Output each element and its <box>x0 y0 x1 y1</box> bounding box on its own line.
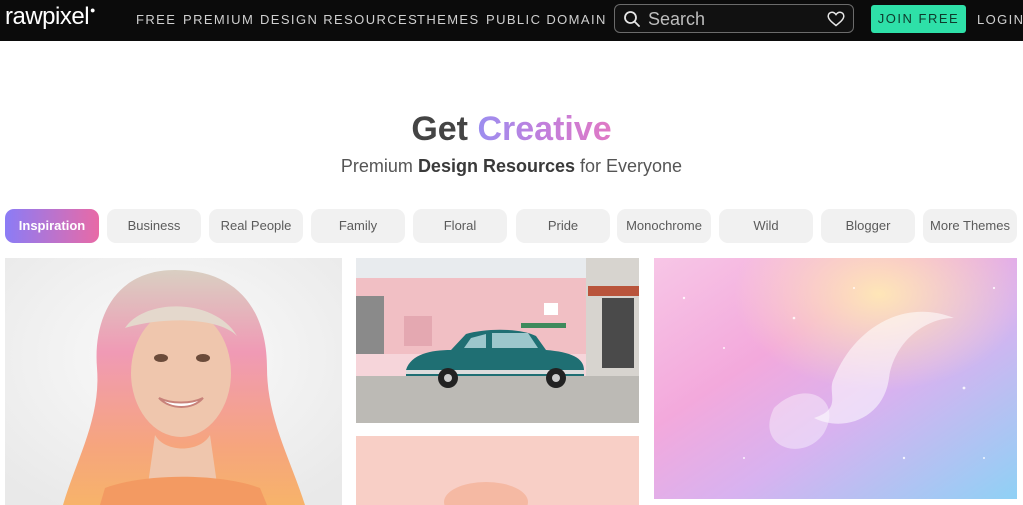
photo-pink-house-car[interactable] <box>356 258 639 423</box>
top-bar: rawpixel● FREE PREMIUM DESIGN RESOURCES … <box>0 0 1023 41</box>
theme-pill-pride[interactable]: Pride <box>516 209 610 243</box>
logo-text: rawpixel <box>5 3 90 30</box>
woman-portrait-image <box>5 258 342 505</box>
theme-pill-inspiration[interactable]: Inspiration <box>5 209 99 243</box>
nav-design-resources[interactable]: DESIGN RESOURCES <box>260 12 418 27</box>
theme-pill-more-themes[interactable]: More Themes <box>923 209 1017 243</box>
peach-image <box>356 436 639 505</box>
photo-woman-pastel-hair[interactable] <box>5 258 342 505</box>
pastel-galaxy-image <box>654 258 1017 499</box>
hero-title: Get Creative <box>0 110 1023 149</box>
theme-pill-monochrome[interactable]: Monochrome <box>617 209 711 243</box>
theme-pill-family[interactable]: Family <box>311 209 405 243</box>
pink-house-car-image <box>356 258 639 423</box>
hero-title-highlight: Creative <box>477 110 612 148</box>
hero-title-prefix: Get <box>411 110 469 148</box>
hero-subtitle-bold: Design Resources <box>417 156 575 176</box>
login-link[interactable]: LOGIN <box>977 12 1023 27</box>
join-free-button[interactable]: JOIN FREE <box>871 5 966 33</box>
nav-premium[interactable]: PREMIUM <box>183 12 254 27</box>
search-icon[interactable] <box>623 10 641 28</box>
theme-pill-floral[interactable]: Floral <box>413 209 507 243</box>
theme-pill-real-people[interactable]: Real People <box>209 209 303 243</box>
photo-peach[interactable] <box>356 436 639 505</box>
theme-pill-business[interactable]: Business <box>107 209 201 243</box>
nav-free[interactable]: FREE <box>136 12 176 27</box>
search-input[interactable] <box>648 8 818 30</box>
hero-subtitle-post: for Everyone <box>580 156 683 176</box>
heart-icon[interactable] <box>827 11 845 27</box>
theme-pill-blogger[interactable]: Blogger <box>821 209 915 243</box>
search-box[interactable] <box>614 4 854 33</box>
photo-pastel-galaxy[interactable] <box>654 258 1017 499</box>
theme-pill-wild[interactable]: Wild <box>719 209 813 243</box>
logo-dot: ● <box>90 5 95 15</box>
nav-themes[interactable]: THEMES <box>417 12 480 27</box>
hero-subtitle: Premium Design Resources for Everyone <box>0 156 1023 177</box>
hero-subtitle-pre: Premium <box>340 156 413 176</box>
nav-public-domain[interactable]: PUBLIC DOMAIN <box>486 12 607 27</box>
rawpixel-logo[interactable]: rawpixel● <box>5 3 95 31</box>
